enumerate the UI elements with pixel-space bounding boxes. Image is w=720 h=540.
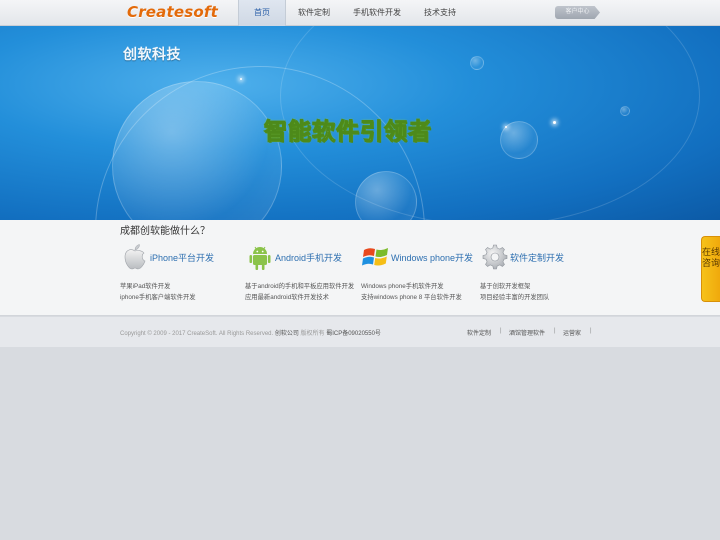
service-name[interactable]: Windows phone开发 <box>391 251 473 264</box>
top-navigation-bar: Createsoft 首页 软件定制 手机软件开发 技术支持 客户中心 <box>0 0 720 26</box>
footer-separator: | <box>554 328 556 334</box>
service-description: 应用最新android软件开发技术 <box>245 294 329 301</box>
footer: Copyright © 2009 - 2017 CreateSoft. All … <box>0 317 720 347</box>
service-description: 项目经验丰富的开发团队 <box>480 294 550 301</box>
footer-link-yunyingjia[interactable]: 运营家 <box>563 328 581 337</box>
client-center-button[interactable]: 客户中心 <box>555 6 600 19</box>
service-name[interactable]: Android手机开发 <box>275 251 342 264</box>
online-consult-button[interactable]: 在线咨询 <box>701 236 720 302</box>
services-section: 成都创软能做什么？ iPhone平台开发 苹果iPad软件开发 iphone手机… <box>0 220 720 316</box>
service-description: 基于android的手机和平板应用软件开发 <box>245 283 355 290</box>
decorative-bubble <box>470 56 484 70</box>
gear-icon <box>482 244 508 270</box>
footer-link-software-custom[interactable]: 软件定制 <box>467 328 491 337</box>
decorative-bubble <box>620 106 630 116</box>
rights-text: 版权所有 <box>300 331 325 337</box>
copyright-text: Copyright © 2009 - 2017 CreateSoft. All … <box>120 328 381 337</box>
service-description: 基于创软开发框架 <box>480 283 531 290</box>
icp-link[interactable]: 蜀ICP备09020550号 <box>326 331 381 337</box>
nav-home[interactable]: 首页 <box>238 0 286 26</box>
apple-icon <box>124 244 146 270</box>
sparkle <box>553 121 556 124</box>
nav-mobile-dev[interactable]: 手机软件开发 <box>348 0 406 26</box>
banner-brand-title: 创软科技 <box>123 47 181 63</box>
sparkle <box>240 78 242 80</box>
banner-slogan: 智能软件引领者 <box>264 119 432 146</box>
hero-banner: 创软科技 智能软件引领者 <box>0 26 720 220</box>
service-description: iphone手机客户端软件开发 <box>120 294 196 301</box>
footer-separator: | <box>590 328 592 334</box>
windows-icon <box>362 248 388 266</box>
footer-separator: | <box>500 328 502 334</box>
service-description: 支持windows phone 8 平台软件开发 <box>361 294 462 301</box>
logo[interactable]: Createsoft <box>127 3 218 21</box>
copyright-notice: Copyright © 2009 - 2017 CreateSoft. All … <box>120 331 274 337</box>
service-description: Windows phone手机软件开发 <box>361 283 444 290</box>
nav-software-custom[interactable]: 软件定制 <box>290 0 338 26</box>
service-name[interactable]: iPhone平台开发 <box>150 251 214 264</box>
footer-link-bar-software[interactable]: 酒馆管理软件 <box>509 328 545 337</box>
service-description: 苹果iPad软件开发 <box>120 283 171 290</box>
service-name[interactable]: 软件定制开发 <box>510 251 564 264</box>
company-name: 创软公司 <box>274 331 299 337</box>
android-icon <box>249 246 271 270</box>
sparkle <box>505 126 507 128</box>
nav-tech-support[interactable]: 技术支持 <box>418 0 462 26</box>
services-title: 成都创软能做什么？ <box>120 226 210 237</box>
